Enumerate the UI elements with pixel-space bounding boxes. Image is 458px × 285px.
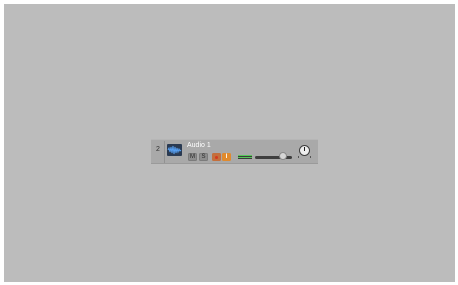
pan-pointer <box>303 147 305 151</box>
level-meter <box>238 155 252 159</box>
tracks-area[interactable]: 2 Audio 1 M S I <box>4 4 455 282</box>
record-enable-button[interactable] <box>212 153 221 161</box>
pan-knob[interactable] <box>299 145 310 156</box>
volume-slider-handle[interactable] <box>278 152 287 160</box>
solo-button[interactable]: S <box>199 153 208 161</box>
mute-button[interactable]: M <box>188 153 197 161</box>
input-monitoring-button[interactable]: I <box>222 153 231 161</box>
track-number-divider <box>164 141 165 163</box>
track-name[interactable]: Audio 1 <box>187 142 211 149</box>
track-header[interactable]: 2 Audio 1 M S I <box>151 139 318 164</box>
waveform-icon[interactable] <box>167 144 182 156</box>
record-icon <box>215 155 218 159</box>
pan-scale <box>297 156 312 160</box>
track-number: 2 <box>156 146 160 153</box>
